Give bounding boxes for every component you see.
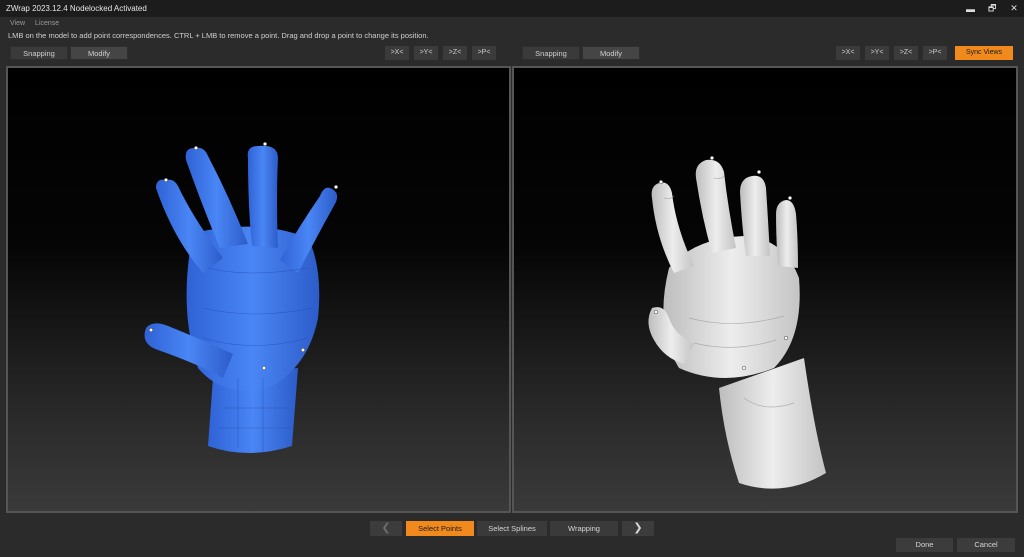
menu-view[interactable]: View xyxy=(10,20,25,27)
restore-icon[interactable]: 🗗 xyxy=(988,1,996,17)
left-axis-z-button[interactable]: >Z< xyxy=(443,46,467,60)
blue-hand xyxy=(144,145,338,453)
cancel-button[interactable]: Cancel xyxy=(957,538,1015,552)
right-snapping-button[interactable]: Snapping xyxy=(522,46,580,60)
sync-views-button[interactable]: Sync Views xyxy=(955,46,1013,60)
right-axis-y-button[interactable]: >Y< xyxy=(865,46,889,60)
source-hand-mesh[interactable] xyxy=(8,68,511,513)
close-icon[interactable]: ✕ xyxy=(1010,3,1018,14)
done-button[interactable]: Done xyxy=(896,538,953,552)
window-title: ZWrap 2023.12.4 Nodelocked Activated xyxy=(6,4,147,13)
right-axis-x-button[interactable]: >X< xyxy=(836,46,860,60)
next-step-button[interactable]: ❯ xyxy=(622,521,654,536)
left-axis-x-button[interactable]: >X< xyxy=(385,46,409,60)
window-controls: ▬ 🗗 ✕ xyxy=(966,0,1018,17)
step-select-points[interactable]: Select Points xyxy=(406,521,474,536)
minimize-icon[interactable]: ▬ xyxy=(966,4,975,14)
target-hand-mesh[interactable] xyxy=(514,68,1018,513)
step-wrapping[interactable]: Wrapping xyxy=(550,521,618,536)
right-modify-button[interactable]: Modify xyxy=(582,46,640,60)
white-hand xyxy=(648,159,826,489)
instruction-text: LMB on the model to add point correspond… xyxy=(8,31,429,40)
title-bar: ZWrap 2023.12.4 Nodelocked Activated ▬ 🗗… xyxy=(0,0,1024,17)
menu-bar: View License xyxy=(0,17,1024,29)
left-modify-button[interactable]: Modify xyxy=(70,46,128,60)
right-axis-p-button[interactable]: >P< xyxy=(923,46,947,60)
previous-step-button[interactable]: ❮ xyxy=(370,521,402,536)
left-axis-y-button[interactable]: >Y< xyxy=(414,46,438,60)
left-axis-p-button[interactable]: >P< xyxy=(472,46,496,60)
target-viewport[interactable] xyxy=(512,66,1018,513)
menu-license[interactable]: License xyxy=(35,20,59,27)
source-viewport[interactable] xyxy=(6,66,511,513)
right-axis-z-button[interactable]: >Z< xyxy=(894,46,918,60)
step-select-splines[interactable]: Select Splines xyxy=(477,521,547,536)
left-snapping-button[interactable]: Snapping xyxy=(10,46,68,60)
